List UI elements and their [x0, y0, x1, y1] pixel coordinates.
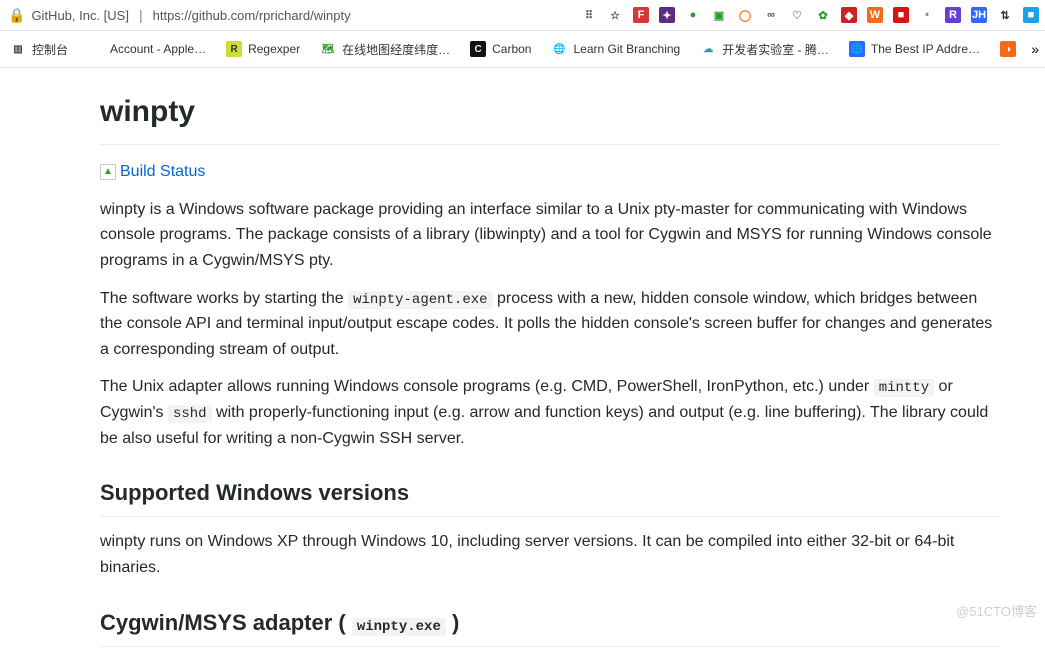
site-identity: GitHub, Inc. [US] [31, 8, 129, 23]
ext-fc-icon[interactable]: F [633, 7, 649, 23]
ext-purple-icon[interactable]: ✦ [659, 7, 675, 23]
lock-icon: 🔒 [8, 7, 25, 24]
bk-bestip-label: The Best IP Addre… [871, 42, 980, 56]
address-bar[interactable]: 🔒 GitHub, Inc. [US] | https://github.com… [0, 0, 1045, 31]
adapter-paragraph: The Unix adapter allows running Windows … [100, 374, 1000, 451]
intro-paragraph: winpty is a Windows software package pro… [100, 197, 1000, 274]
bk-apple-label: Account - Apple… [110, 42, 206, 56]
ext-purple-r-icon[interactable]: R [945, 7, 961, 23]
bk-bestip[interactable]: 🌐 The Best IP Addre… [843, 37, 986, 61]
bk-map-favicon-icon: 🗺 [320, 41, 336, 57]
readme-title: winpty [100, 88, 1000, 145]
code-winpty-agent: winpty-agent.exe [348, 291, 492, 309]
bookmarks-bar[interactable]: ▥ 控制台 Account - Apple… R Regexper 🗺 在线地图经度纬度… C… [0, 31, 1045, 68]
code-sshd: sshd [168, 405, 212, 423]
ext-square-icon[interactable]: ▣ [711, 7, 727, 23]
address-separator: | [139, 7, 143, 23]
bookmarks-overflow-icon[interactable]: » [1031, 41, 1045, 57]
readme: winpty ▲ Build Status winpty is a Window… [100, 88, 1000, 647]
watermark: @51CTO博客 [956, 601, 1037, 620]
bk-sou-favicon-icon: ◑ [1000, 41, 1016, 57]
bk-learngit-label: Learn Git Branching [573, 42, 680, 56]
bk-learngit-favicon-icon: 🌐 [551, 41, 567, 57]
build-status-label: Build Status [120, 159, 205, 185]
ext-orange-icon[interactable]: W [867, 7, 883, 23]
url-text[interactable]: https://github.com/rprichard/winpty [153, 8, 351, 23]
ext-orange-circle-icon[interactable]: ◯ [737, 7, 753, 23]
text-run: with properly-functioning input (e.g. ar… [100, 404, 988, 447]
ext-red2-icon[interactable]: ■ [893, 7, 909, 23]
broken-image-icon: ▲ [100, 164, 116, 180]
star-icon[interactable]: ☆ [607, 7, 623, 23]
bk-tencent[interactable]: ☁ 开发者实验室 - 腾… [694, 37, 835, 62]
bk-carbon-favicon-icon: C [470, 41, 486, 57]
supported-paragraph: winpty runs on Windows XP through Window… [100, 529, 1000, 580]
bk-carbon[interactable]: C Carbon [464, 37, 537, 61]
text-run: Cygwin/MSYS adapter ( [100, 610, 352, 635]
ext-shield-icon[interactable]: ♡ [789, 7, 805, 23]
bk-map[interactable]: 🗺 在线地图经度纬度… [314, 37, 456, 62]
bk-carbon-label: Carbon [492, 42, 531, 56]
text-run: The Unix adapter allows running Windows … [100, 378, 874, 395]
bk-regexper-favicon-icon: R [226, 41, 242, 57]
bk-regexper-label: Regexper [248, 42, 300, 56]
page-content: winpty ▲ Build Status winpty is a Window… [0, 68, 1045, 647]
ext-swap-icon[interactable]: ⇅ [997, 7, 1013, 23]
ext-cyan-icon[interactable]: ■ [1023, 7, 1039, 23]
bk-apple-favicon-icon [88, 41, 104, 57]
bk-regexper[interactable]: R Regexper [220, 37, 306, 61]
bk-sou-label: Sou [1022, 42, 1023, 56]
bk-apple[interactable]: Account - Apple… [82, 37, 212, 61]
translate-icon[interactable]: ⠿ [581, 7, 597, 23]
build-status-link[interactable]: ▲ Build Status [100, 159, 205, 185]
code-winpty-exe: winpty.exe [352, 618, 446, 636]
bk-bestip-favicon-icon: 🌐 [849, 41, 865, 57]
text-run: ) [446, 610, 459, 635]
omnibox-right-icons: ⠿ ☆ F ✦ ● ▣ ◯ ∞ ♡ ✿ ◆ W ■ • R JH ⇅ ■ [581, 7, 1039, 23]
bk-console[interactable]: ▥ 控制台 [4, 37, 74, 62]
bk-map-label: 在线地图经度纬度… [342, 41, 450, 58]
code-mintty: mintty [874, 379, 934, 397]
ext-infinity-icon[interactable]: ∞ [763, 7, 779, 23]
ext-dot-icon[interactable]: • [919, 7, 935, 23]
ext-green2-icon[interactable]: ✿ [815, 7, 831, 23]
bk-console-label: 控制台 [32, 41, 68, 58]
bk-sou[interactable]: ◑ Sou [994, 37, 1023, 61]
ext-green-circle-icon[interactable]: ● [685, 7, 701, 23]
ext-red-icon[interactable]: ◆ [841, 7, 857, 23]
bk-learngit[interactable]: 🌐 Learn Git Branching [545, 37, 686, 61]
build-badge[interactable]: ▲ Build Status [100, 157, 1000, 185]
ext-blue-jh-icon[interactable]: JH [971, 7, 987, 23]
bk-tencent-favicon-icon: ☁ [700, 41, 716, 57]
bk-tencent-label: 开发者实验室 - 腾… [722, 41, 829, 58]
agent-paragraph: The software works by starting the winpt… [100, 286, 1000, 363]
text-run: The software works by starting the [100, 290, 348, 307]
heading-supported-windows: Supported Windows versions [100, 475, 1000, 517]
bk-console-favicon-icon: ▥ [10, 41, 26, 57]
